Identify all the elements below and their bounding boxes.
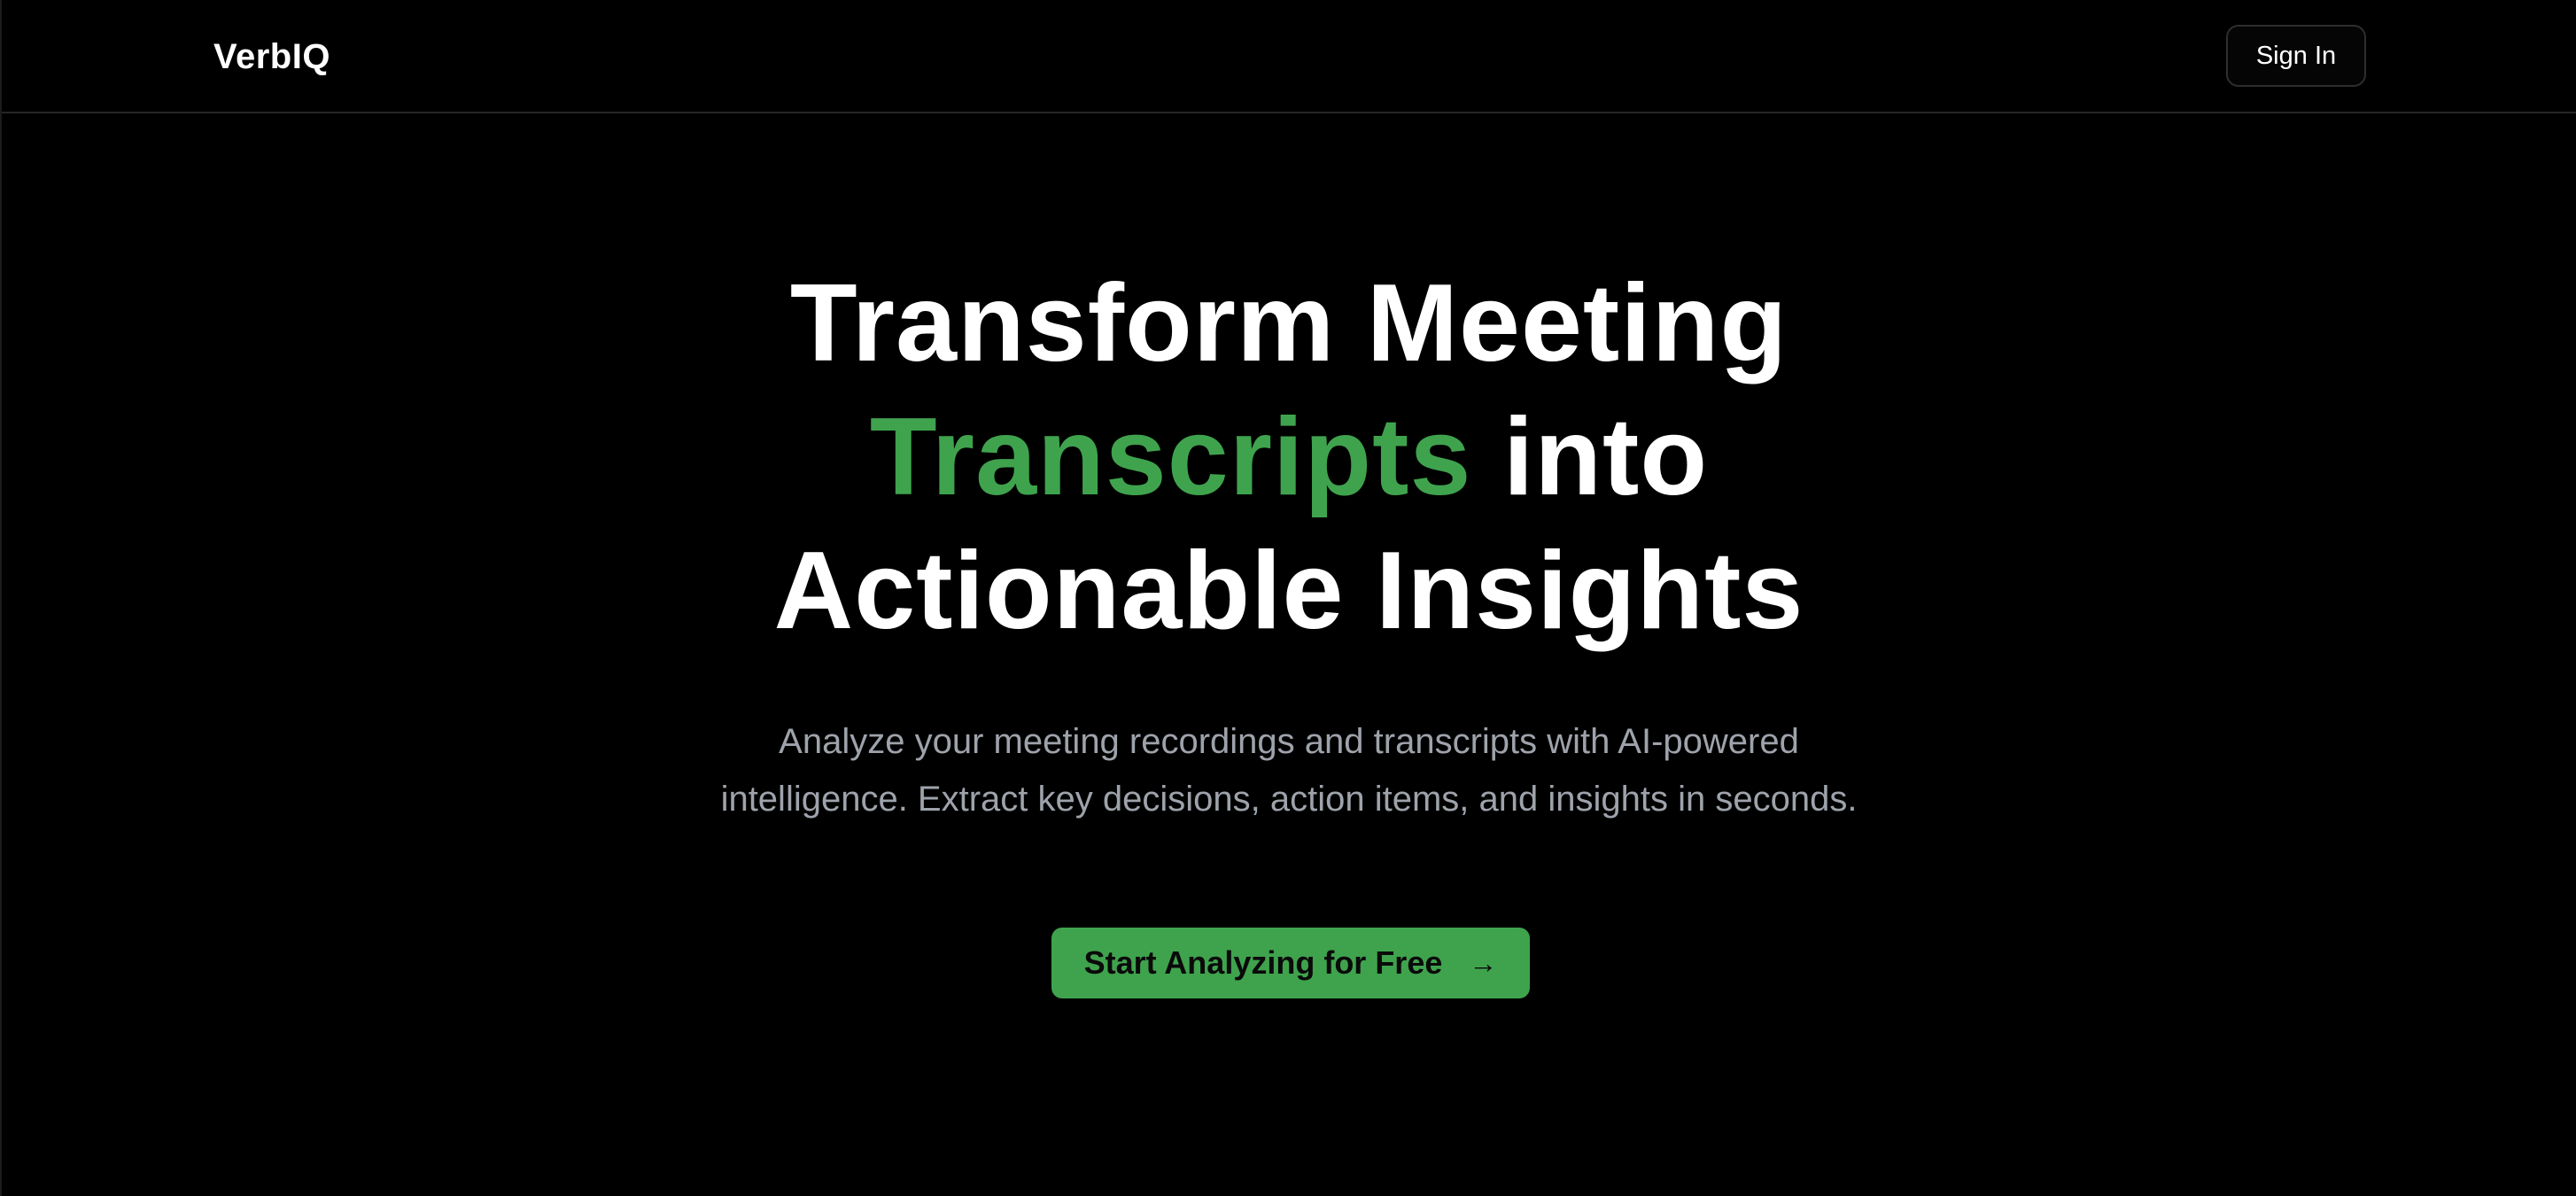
cta-label: Start Analyzing for Free	[1083, 944, 1443, 981]
hero-title-accent: Transcripts	[869, 396, 1472, 518]
hero-title-line-3: Actionable Insights	[773, 530, 1804, 652]
top-navbar: VerbIQ Sign In	[2, 0, 2576, 113]
hero-subtitle: Analyze your meeting recordings and tran…	[720, 722, 1858, 819]
hero-title: Transform Meeting Transcripts into Actio…	[625, 257, 1953, 658]
hero-title-line-1: Transform Meeting	[789, 262, 1788, 384]
hero-section: Transform Meeting Transcripts into Actio…	[2, 257, 2576, 828]
start-analyzing-button[interactable]: Start Analyzing for Free →	[1051, 928, 1530, 998]
landing-page: VerbIQ Sign In Transform Meeting Transcr…	[0, 0, 2576, 1196]
arrow-right-icon: →	[1469, 947, 1498, 979]
logo[interactable]: VerbIQ	[213, 32, 330, 82]
hero-title-line-2-rest: into	[1471, 396, 1709, 518]
sign-in-button[interactable]: Sign In	[2226, 25, 2366, 87]
